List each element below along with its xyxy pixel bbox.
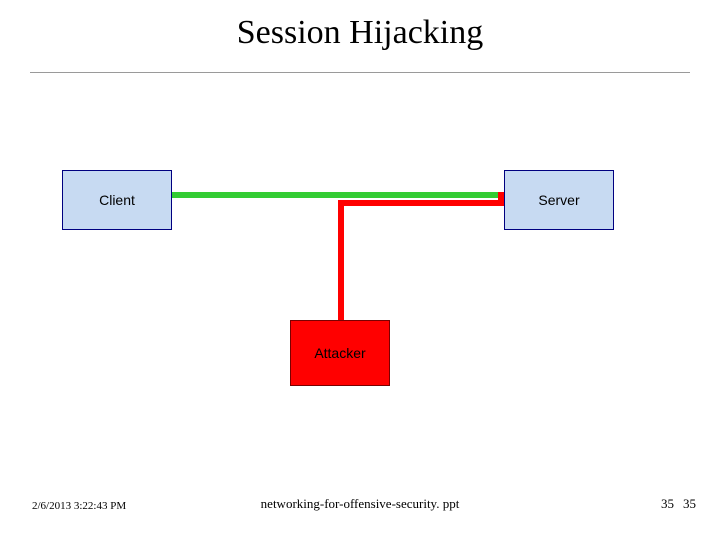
title-divider <box>30 72 690 73</box>
footer-filename: networking-for-offensive-security. ppt <box>0 496 720 512</box>
edge-attacker-server-v2 <box>338 200 344 320</box>
node-attacker-label: Attacker <box>314 345 365 361</box>
footer-page-a: 35 <box>661 496 674 512</box>
node-server-label: Server <box>538 192 579 208</box>
slide-title: Session Hijacking <box>0 14 720 52</box>
node-client: Client <box>62 170 172 230</box>
footer-page-b: 35 <box>683 496 696 512</box>
edge-attacker-server <box>338 200 504 206</box>
node-client-label: Client <box>99 192 135 208</box>
edge-client-server <box>172 192 504 198</box>
node-server: Server <box>504 170 614 230</box>
node-attacker: Attacker <box>290 320 390 386</box>
